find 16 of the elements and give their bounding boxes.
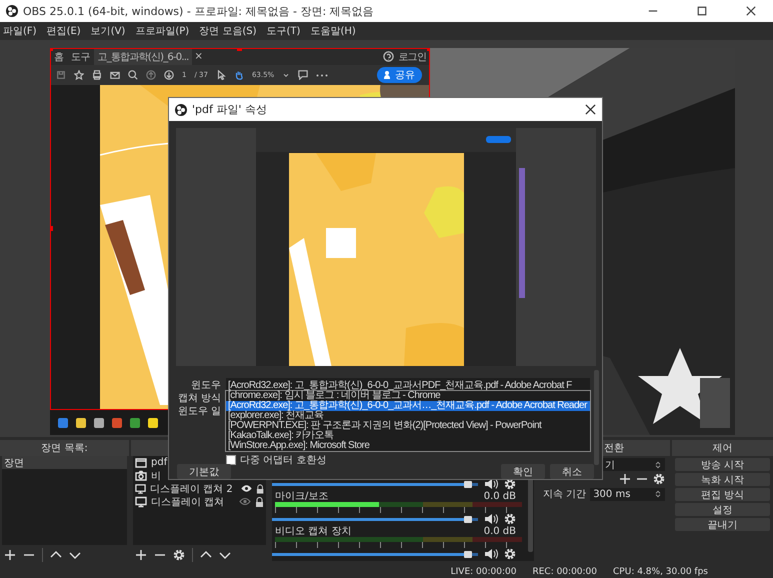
field-label: 캡쳐 방식: [176, 392, 222, 404]
window-title: OBS 25.0.1 (64-bit, windows) - 프로파일: 제목없음 - 장면: 제목없음: [23, 4, 374, 18]
status-text: REC: 00:00:00: [532, 566, 598, 576]
volume-reading: 0.0 dB: [484, 526, 516, 536]
track-name: 마이크/보조: [275, 490, 328, 503]
track-name: 비디오 캡쳐 장치: [275, 525, 352, 538]
field-label: 윈도우: [190, 378, 222, 392]
duration-label: 지속 기간: [543, 488, 586, 501]
checkbox-label: 다중 어댑터 호환성: [240, 454, 326, 467]
field-label: 윈도우 일: [176, 404, 222, 418]
volume-reading: 0.0 dB: [484, 490, 516, 502]
status-text: LIVE: 00:00:00: [450, 566, 516, 576]
dock-title: 장면 목록:: [0, 440, 129, 456]
status-text: CPU: 4.8%, 30.00 fps: [613, 566, 708, 576]
dock-title: 제어: [672, 440, 773, 456]
dialog-title: 'pdf 파일' 속성: [192, 102, 267, 117]
